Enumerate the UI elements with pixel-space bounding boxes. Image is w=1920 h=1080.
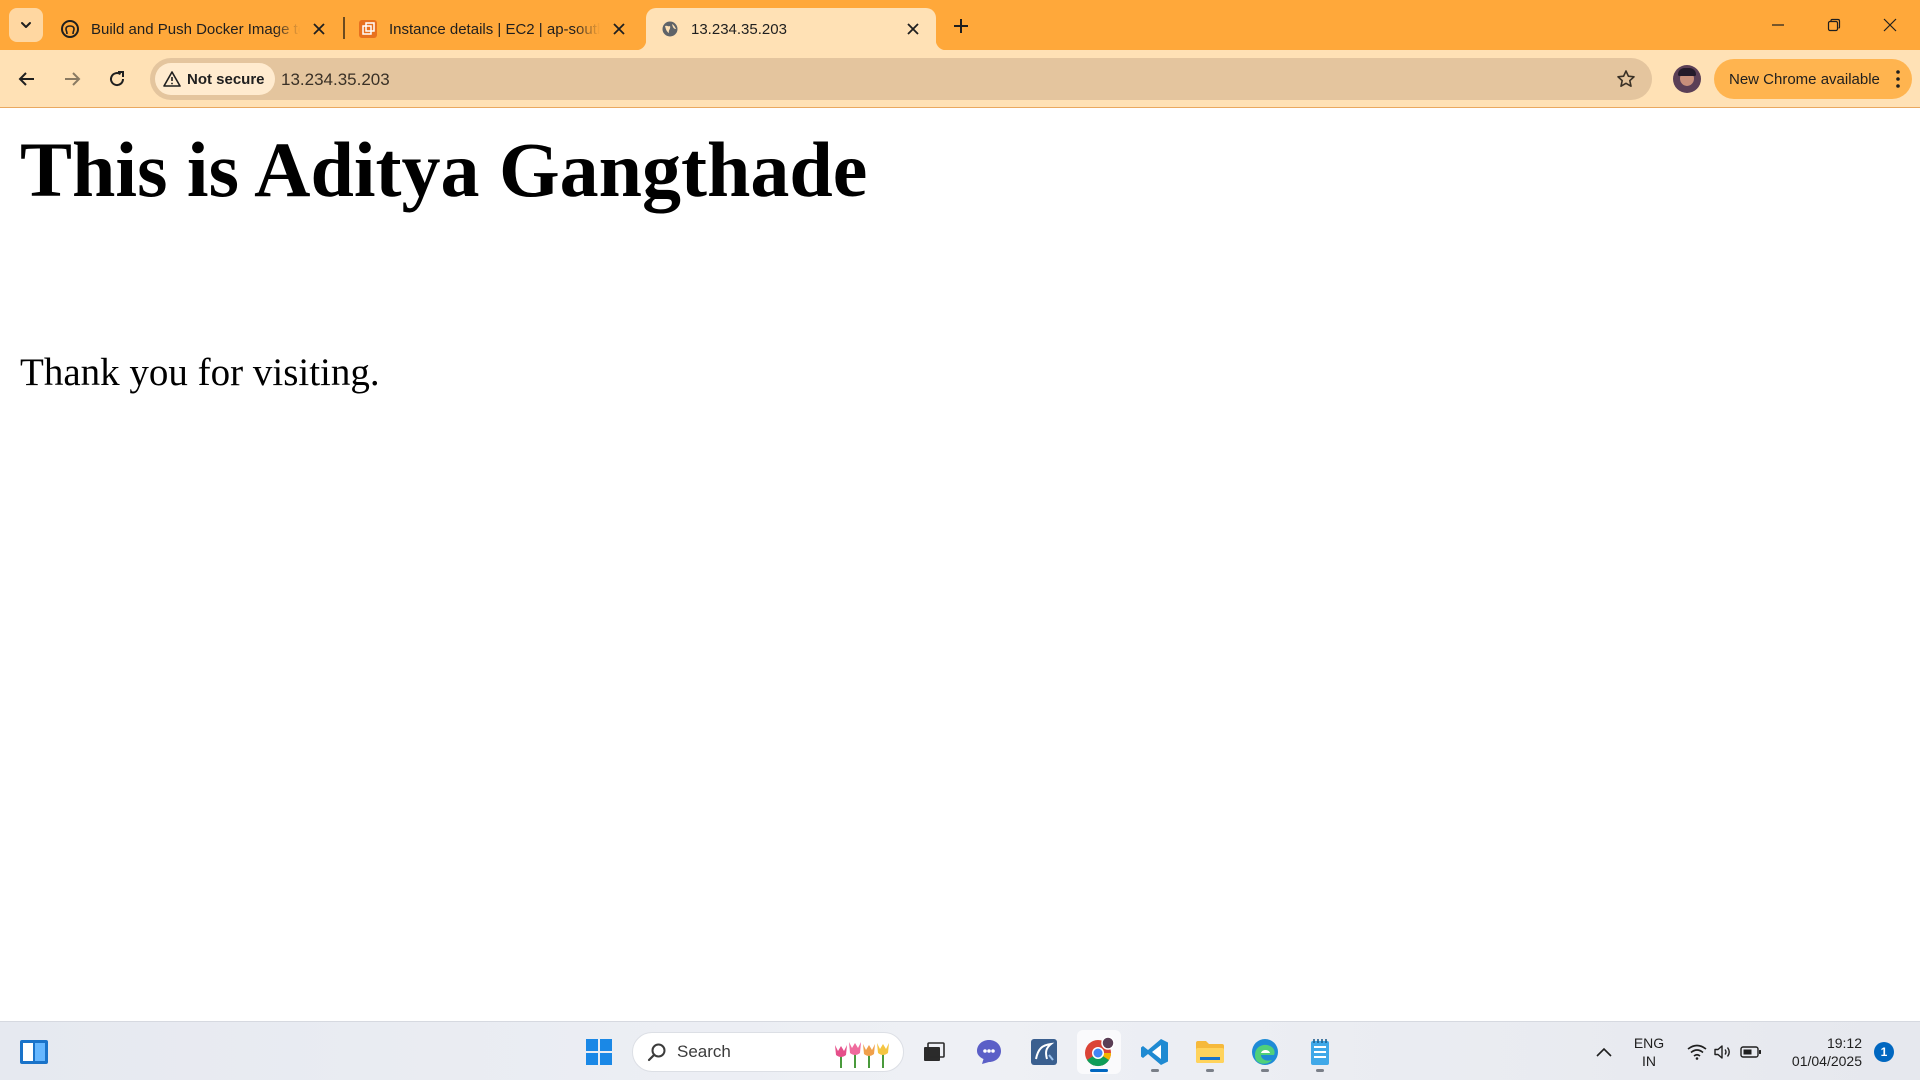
running-indicator	[1316, 1069, 1324, 1072]
mysql-workbench-icon	[1031, 1039, 1057, 1065]
close-icon	[1883, 18, 1897, 32]
widgets-icon[interactable]	[18, 1038, 50, 1066]
chevron-up-icon	[1596, 1047, 1612, 1057]
taskbar-file-explorer[interactable]	[1188, 1030, 1232, 1074]
globe-icon	[660, 19, 680, 39]
region-code: IN	[1642, 1053, 1656, 1069]
profile-avatar[interactable]	[1673, 65, 1701, 93]
tab-ec2-instance[interactable]: Instance details | EC2 | ap-south-1	[344, 8, 642, 50]
url-text[interactable]: 13.234.35.203	[281, 70, 390, 90]
input-language-indicator[interactable]: ENG IN	[1628, 1034, 1670, 1070]
forward-button[interactable]	[55, 62, 89, 96]
show-hidden-icons-button[interactable]	[1590, 1022, 1618, 1080]
taskbar-vscode[interactable]	[1133, 1030, 1177, 1074]
start-button[interactable]	[577, 1030, 621, 1074]
avatar-hair	[1678, 68, 1696, 76]
tab-active-site[interactable]: 13.234.35.203	[636, 8, 946, 50]
running-indicator	[1261, 1069, 1269, 1072]
minimize-icon	[1772, 24, 1784, 26]
close-tab-icon[interactable]	[608, 18, 630, 40]
taskbar-notepad[interactable]	[1298, 1030, 1342, 1074]
running-indicator	[1151, 1069, 1159, 1072]
arrow-left-icon	[18, 72, 34, 86]
search-icon	[647, 1043, 666, 1062]
reload-button[interactable]	[100, 62, 134, 96]
taskbar-clock[interactable]: 19:12 01/04/2025	[1778, 1034, 1862, 1070]
taskbar-chrome[interactable]	[1077, 1030, 1121, 1074]
close-tab-icon[interactable]	[308, 18, 330, 40]
chevron-down-icon	[21, 22, 31, 28]
notification-badge[interactable]: 1	[1874, 1042, 1894, 1062]
bookmark-star-icon[interactable]	[1614, 67, 1638, 91]
tab-strip: Build and Push Docker Image to Instance …	[0, 0, 1920, 50]
close-window-button[interactable]	[1862, 0, 1918, 50]
chrome-icon	[1085, 1036, 1115, 1067]
vscode-icon	[1141, 1039, 1168, 1065]
tab-search-button[interactable]	[9, 8, 43, 42]
taskbar-mysql-workbench[interactable]	[1022, 1030, 1066, 1074]
page-message: Thank you for visiting.	[20, 351, 380, 394]
task-view-icon	[924, 1042, 945, 1061]
edge-icon	[1252, 1039, 1278, 1065]
clock-time: 19:12	[1826, 1035, 1862, 1051]
file-explorer-icon	[1196, 1041, 1224, 1063]
security-label: Not secure	[187, 70, 265, 88]
site-info-chip[interactable]: Not secure	[155, 63, 275, 95]
tab-title: 13.234.35.203	[691, 20, 787, 38]
search-label: Search	[677, 1042, 731, 1061]
taskbar-edge[interactable]	[1243, 1030, 1287, 1074]
minimize-button[interactable]	[1750, 0, 1806, 50]
windows-start-icon	[586, 1039, 612, 1065]
language-code: ENG	[1633, 1035, 1665, 1051]
tab-title: Build and Push Docker Image to	[91, 20, 300, 38]
reload-icon	[110, 71, 125, 87]
clock-date: 01/04/2025	[1791, 1053, 1862, 1069]
tab-github[interactable]: Build and Push Docker Image to	[46, 8, 342, 50]
browser-toolbar: Not secure 13.234.35.203 New Chrome avai…	[0, 50, 1920, 108]
teams-icon	[977, 1040, 1001, 1064]
page-heading: This is Aditya Gangthade	[20, 126, 868, 213]
taskbar-teams[interactable]	[967, 1030, 1011, 1074]
new-tab-button[interactable]	[946, 11, 976, 41]
running-indicator	[1206, 1069, 1214, 1072]
warning-icon	[163, 71, 181, 87]
restore-icon	[1827, 18, 1841, 32]
tulips-decoration-icon	[835, 1042, 889, 1068]
github-icon	[60, 19, 80, 39]
back-button[interactable]	[10, 62, 44, 96]
wifi-icon[interactable]	[1684, 1022, 1710, 1080]
more-options-icon[interactable]	[1896, 70, 1900, 88]
windows-taskbar: Search ENG IN 19:12 01/04/2025 1	[0, 1021, 1920, 1080]
aws-ec2-icon	[358, 19, 378, 39]
arrow-right-icon	[65, 72, 81, 86]
taskbar-search[interactable]: Search	[632, 1032, 904, 1072]
battery-icon[interactable]	[1736, 1022, 1766, 1080]
taskbar-task-view[interactable]	[912, 1030, 956, 1074]
notepad-icon	[1311, 1039, 1329, 1065]
plus-icon	[954, 19, 968, 33]
running-indicator	[1090, 1069, 1108, 1072]
chrome-update-button[interactable]: New Chrome available	[1714, 59, 1912, 99]
address-bar[interactable]: Not secure 13.234.35.203	[150, 58, 1652, 100]
page-content: This is Aditya Gangthade Thank you for v…	[0, 109, 1920, 1021]
volume-icon[interactable]	[1710, 1022, 1736, 1080]
close-tab-icon[interactable]	[902, 18, 924, 40]
tab-title: Instance details | EC2 | ap-south-1	[389, 20, 600, 38]
update-label: New Chrome available	[1729, 70, 1880, 88]
restore-button[interactable]	[1806, 0, 1862, 50]
